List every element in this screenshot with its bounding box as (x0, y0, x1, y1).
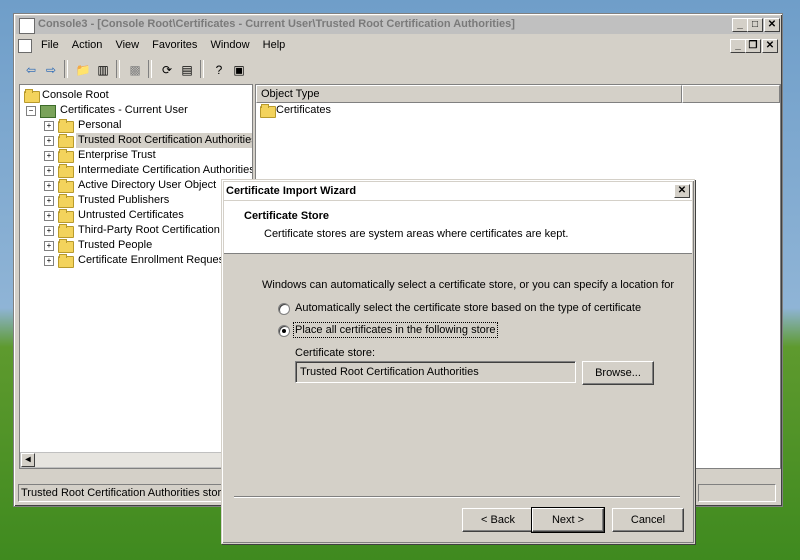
radio-place-indicator[interactable] (278, 325, 290, 337)
folder-icon (58, 254, 74, 268)
folder-icon (58, 134, 74, 148)
tree-node-label: Trusted Publishers (78, 194, 170, 206)
tree-horizontal-scrollbar[interactable]: ◂ (20, 452, 252, 468)
menu-help[interactable]: Help (258, 37, 291, 53)
folder-icon (58, 119, 74, 133)
wizard-header-subtitle: Certificate stores are system areas wher… (264, 228, 569, 240)
scroll-left-icon[interactable]: ◂ (21, 453, 35, 467)
expand-icon[interactable]: + (44, 226, 54, 236)
tree-node-label: Active Directory User Object (78, 179, 217, 191)
child-minimize-icon[interactable]: _ (730, 39, 746, 53)
console-title-text: Console3 - [Console Root\Certificates - … (38, 18, 515, 30)
delete-icon[interactable]: ▩ (124, 60, 146, 80)
child-restore-icon[interactable]: ❐ (745, 39, 761, 53)
radio-place-label: Place all certificates in the following … (293, 322, 498, 338)
certificate-store-field[interactable]: Trusted Root Certification Authorities (295, 361, 576, 383)
back-button[interactable]: < Back (462, 508, 534, 532)
expand-icon[interactable]: + (44, 121, 54, 131)
certificate-store-icon (40, 105, 56, 118)
toolbar-separator (116, 60, 120, 78)
toolbar-separator (200, 60, 204, 78)
tree-node-label: Console Root (42, 89, 109, 101)
expand-icon[interactable]: + (44, 256, 54, 266)
tree-node-label: Personal (78, 119, 122, 131)
toolbar: ⇦ ⇨ 📁 ▥ ▩ ⟳ ▤ ? ▣ (18, 57, 778, 81)
expand-icon[interactable]: + (44, 181, 54, 191)
expand-icon[interactable]: + (44, 136, 54, 146)
tree-node-label: Trusted People (78, 239, 153, 251)
column-header-object-type[interactable]: Object Type (256, 85, 682, 103)
minimize-icon[interactable]: _ (732, 18, 748, 32)
radio-place-in-store[interactable]: Place all certificates in the following … (278, 322, 498, 339)
cancel-button[interactable]: Cancel (612, 508, 684, 532)
tree-node-label: Intermediate Certification Authorities (78, 164, 253, 176)
menu-action[interactable]: Action (67, 37, 108, 53)
toolbar-separator (64, 60, 68, 78)
folder-icon (260, 104, 276, 118)
menu-file[interactable]: File (36, 37, 64, 53)
tree-node-label: Certificate Enrollment Requests (78, 254, 233, 266)
tree-node-label: Third-Party Root Certification Au (78, 224, 236, 236)
folder-icon (58, 239, 74, 253)
collapse-icon[interactable]: − (26, 106, 36, 116)
certificate-import-wizard-dialog: Certificate Import Wizard ✕ Certificate … (221, 179, 695, 544)
radio-auto-label: Automatically select the certificate sto… (295, 302, 642, 314)
wizard-header-title: Certificate Store (244, 210, 329, 222)
maximize-icon[interactable]: □ (747, 18, 763, 32)
radio-auto-indicator[interactable] (278, 303, 290, 315)
tree-node-label: Certificates - Current User (60, 104, 188, 116)
wizard-header: Certificate Store Certificate stores are… (224, 201, 692, 254)
folder-icon (58, 194, 74, 208)
wizard-intro-text: Windows can automatically select a certi… (262, 279, 675, 291)
show-hide-tree-icon[interactable]: ▥ (92, 60, 114, 80)
column-header-empty (682, 85, 780, 103)
console-app-icon (19, 18, 35, 34)
expand-icon[interactable]: + (44, 166, 54, 176)
browse-button[interactable]: Browse... (582, 361, 654, 385)
child-close-icon[interactable]: ✕ (762, 39, 778, 53)
dialog-divider (234, 496, 680, 498)
expand-icon[interactable]: + (44, 196, 54, 206)
export-list-icon[interactable]: ▤ (176, 60, 198, 80)
close-icon[interactable]: ✕ (764, 18, 780, 32)
properties-icon[interactable]: ▣ (228, 60, 250, 80)
dialog-close-icon[interactable]: ✕ (674, 184, 690, 198)
forward-arrow-icon[interactable]: ⇨ (40, 60, 62, 80)
tree-node-label: Untrusted Certificates (78, 209, 184, 221)
dialog-title-text: Certificate Import Wizard (226, 185, 357, 197)
folder-icon (58, 209, 74, 223)
folder-icon (24, 89, 40, 103)
folder-icon (58, 164, 74, 178)
next-button[interactable]: Next > (531, 507, 605, 533)
folder-icon (58, 179, 74, 193)
folder-icon (58, 224, 74, 238)
toolbar-separator (148, 60, 152, 78)
radio-auto-select[interactable]: Automatically select the certificate sto… (278, 301, 678, 317)
status-text: Trusted Root Certification Authorities s… (18, 484, 226, 502)
tree-pane[interactable]: Console Root − Certificates - Current Us… (19, 84, 253, 469)
certificate-store-label: Certificate store: (295, 347, 376, 359)
tree-node-label: Trusted Root Certification Authorities (76, 133, 252, 148)
menu-window[interactable]: Window (205, 37, 254, 53)
up-folder-icon[interactable]: 📁 (72, 60, 94, 80)
list-item-label: Certificates (276, 104, 332, 116)
menu-favorites[interactable]: Favorites (147, 37, 202, 53)
status-cell-empty (698, 484, 776, 502)
tree-node-label: Enterprise Trust (78, 149, 156, 161)
dialog-title-bar[interactable]: Certificate Import Wizard ✕ (224, 182, 692, 200)
expand-icon[interactable]: + (44, 211, 54, 221)
refresh-icon[interactable]: ⟳ (156, 60, 178, 80)
menu-view[interactable]: View (110, 37, 144, 53)
help-icon[interactable]: ? (208, 60, 230, 80)
expand-icon[interactable]: + (44, 151, 54, 161)
folder-icon (58, 149, 74, 163)
console-title-bar[interactable]: Console3 - [Console Root\Certificates - … (16, 16, 780, 34)
expand-icon[interactable]: + (44, 241, 54, 251)
back-arrow-icon[interactable]: ⇦ (20, 60, 42, 80)
mmc-child-icon (18, 39, 32, 53)
